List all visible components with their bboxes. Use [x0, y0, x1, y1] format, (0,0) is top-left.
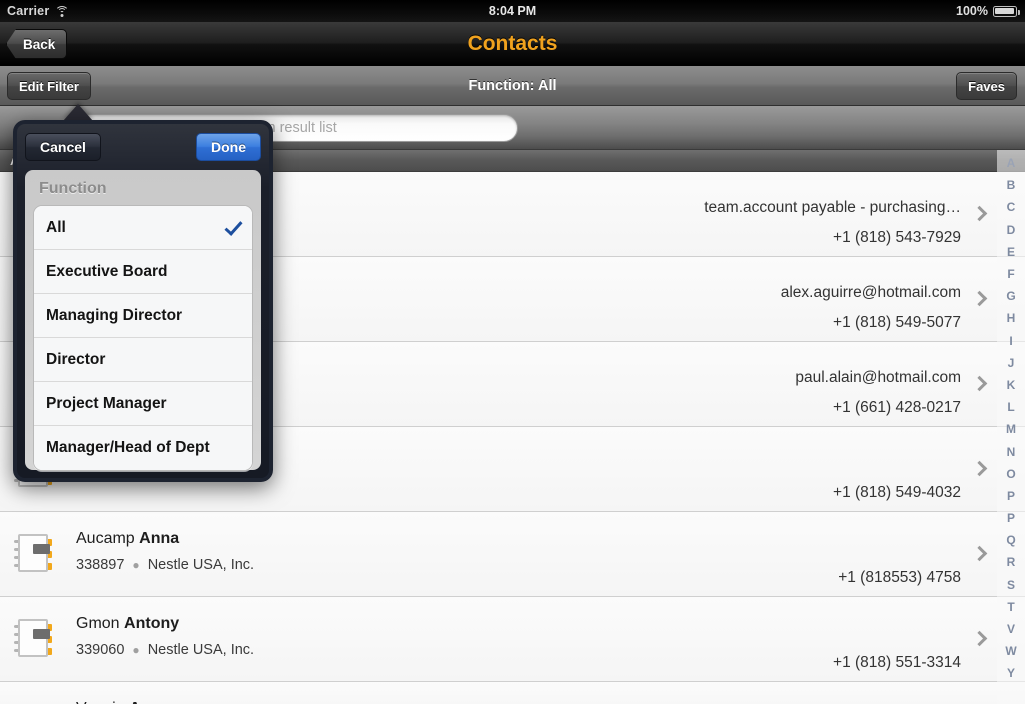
function-option-label: Project Manager — [46, 394, 167, 412]
contact-card-icon — [14, 618, 56, 660]
chevron-right-icon — [971, 205, 988, 222]
function-option-label: All — [46, 218, 66, 236]
filter-toolbar: Edit Filter Function: All Faves — [0, 66, 1025, 106]
popover-navbar: Cancel Done — [17, 124, 269, 170]
cancel-label: Cancel — [40, 139, 86, 155]
contact-first-name: Argenze — [129, 700, 192, 704]
function-option-label: Director — [46, 350, 106, 368]
table-row[interactable]: Gmon Antony 339060 ● Nestle USA, Inc. +1… — [0, 597, 1025, 682]
done-button[interactable]: Done — [196, 133, 261, 161]
contact-card-icon — [14, 533, 56, 575]
index-letter-v[interactable]: V — [1007, 618, 1015, 640]
contact-name: Aucamp Anna — [76, 530, 179, 548]
separator-dot: ● — [132, 643, 140, 658]
function-filter-popover: Cancel Done Function All Executive Board M… — [13, 120, 273, 482]
contact-phone: +1 (818) 549-4032 — [833, 484, 961, 501]
index-letter-h[interactable]: H — [1007, 307, 1016, 329]
navigation-bar: Back Contacts — [0, 22, 1025, 66]
chevron-right-icon — [971, 460, 988, 477]
faves-label: Faves — [968, 78, 1005, 94]
function-option-project-manager[interactable]: Project Manager — [34, 382, 252, 426]
function-option-managing-director[interactable]: Managing Director — [34, 294, 252, 338]
status-bar: Carrier 8:04 PM 100% — [0, 0, 1025, 22]
index-letter-t[interactable]: T — [1007, 596, 1014, 618]
function-group-label: Function — [39, 180, 107, 197]
done-label: Done — [211, 139, 246, 155]
faves-button[interactable]: Faves — [956, 72, 1017, 100]
contact-subtitle: 339060 ● Nestle USA, Inc. — [76, 642, 254, 658]
cancel-button[interactable]: Cancel — [25, 133, 101, 161]
contact-last-name: Gmon — [76, 615, 120, 632]
contact-company: Nestle USA, Inc. — [147, 557, 255, 573]
function-option-executive-board[interactable]: Executive Board — [34, 250, 252, 294]
contact-phone: +1 (661) 428-0217 — [833, 399, 961, 416]
index-letter-i[interactable]: I — [1009, 330, 1012, 352]
contact-email: alex.aguirre@hotmail.com — [780, 284, 961, 301]
index-letter-o[interactable]: O — [1006, 463, 1015, 485]
function-option-all[interactable]: All — [34, 206, 252, 250]
chevron-right-icon — [971, 545, 988, 562]
contact-phone: +1 (818) 549-5077 — [833, 314, 961, 331]
contact-name: Gmon Antony — [76, 615, 179, 633]
separator-dot: ● — [132, 558, 140, 573]
checkmark-icon — [224, 217, 243, 236]
index-letter-c[interactable]: C — [1007, 196, 1016, 218]
alphabet-index-bar[interactable]: ABCDEFGHIJKLMNOPPQRSTVWY — [997, 150, 1025, 704]
contact-phone: +1 (818) 543-7929 — [833, 229, 961, 246]
index-letter-p[interactable]: P — [1007, 507, 1015, 529]
function-option-director[interactable]: Director — [34, 338, 252, 382]
battery-icon — [993, 5, 1020, 17]
chevron-right-icon — [971, 375, 988, 392]
chevron-right-icon — [971, 290, 988, 307]
function-option-label: Managing Director — [46, 306, 183, 324]
contact-subtitle: 338897 ● Nestle USA, Inc. — [76, 557, 254, 573]
contact-last-name: Aucamp — [76, 530, 135, 547]
ipad-contacts-screen: Carrier 8:04 PM 100% Back Contacts Edit … — [0, 0, 1025, 704]
contact-last-name: Vangie — [76, 700, 125, 704]
index-letter-y[interactable]: Y — [1007, 662, 1015, 684]
contact-name: Vangie Argenze — [76, 700, 192, 704]
index-letter-f[interactable]: F — [1007, 263, 1014, 285]
contact-phone: +1 (818553) 4758 — [838, 569, 961, 586]
index-letter-j[interactable]: J — [1008, 352, 1015, 374]
status-bar-right: 100% — [956, 4, 1020, 18]
contact-email: team.account payable - purchasing… — [704, 199, 961, 216]
index-letter-a[interactable]: A — [1007, 152, 1016, 174]
index-letter-d[interactable]: D — [1007, 219, 1016, 241]
contact-company: Nestle USA, Inc. — [147, 642, 255, 658]
function-options-list[interactable]: All Executive Board Managing Director Direc… — [33, 205, 253, 471]
index-letter-n[interactable]: N — [1007, 440, 1016, 462]
contact-first-name: Anna — [139, 530, 180, 547]
index-letter-w[interactable]: W — [1005, 640, 1016, 662]
index-letter-b[interactable]: B — [1007, 174, 1016, 196]
function-option-label: Executive Board — [46, 262, 168, 280]
contact-id: 339060 — [76, 642, 125, 658]
index-letter-l[interactable]: L — [1007, 396, 1014, 418]
contact-first-name: Antony — [124, 615, 180, 632]
index-letter-e[interactable]: E — [1007, 241, 1015, 263]
index-letter-k[interactable]: K — [1007, 374, 1016, 396]
status-bar-clock: 8:04 PM — [488, 4, 537, 18]
contact-phone: +1 (818) 551-3314 — [833, 654, 961, 671]
filter-status-label: Function: All — [468, 78, 557, 94]
battery-percent-label: 100% — [956, 4, 988, 18]
function-option-manager-head-of-dept[interactable]: Manager/Head of Dept — [34, 426, 252, 470]
contact-email: paul.alain@hotmail.com — [795, 369, 961, 386]
index-letter-r[interactable]: R — [1007, 551, 1016, 573]
index-letter-s[interactable]: S — [1007, 574, 1015, 596]
table-row[interactable]: Aucamp Anna 338897 ● Nestle USA, Inc. +1… — [0, 512, 1025, 597]
index-letter-p[interactable]: P — [1007, 485, 1015, 507]
index-letter-g[interactable]: G — [1006, 285, 1015, 307]
contact-id: 338897 — [76, 557, 125, 573]
chevron-right-icon — [971, 630, 988, 647]
table-row[interactable]: Vangie Argenze — [0, 682, 1025, 704]
popover-arrow — [63, 104, 93, 121]
function-option-label: Manager/Head of Dept — [46, 439, 210, 456]
index-letter-q[interactable]: Q — [1006, 529, 1015, 551]
popover-body: Function All Executive Board Managing Dire… — [25, 170, 261, 471]
index-letter-m[interactable]: M — [1006, 418, 1016, 440]
page-title: Contacts — [467, 32, 558, 55]
